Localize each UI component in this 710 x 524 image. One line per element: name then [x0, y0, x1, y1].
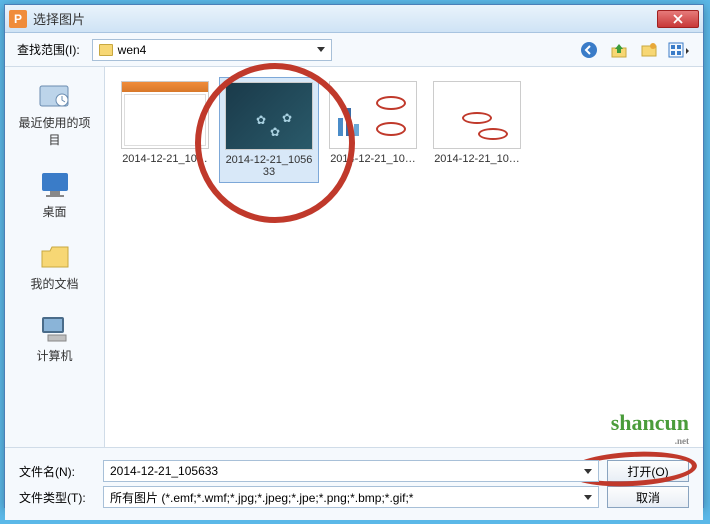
up-button[interactable]: [607, 39, 631, 61]
view-button[interactable]: [667, 39, 691, 61]
file-list[interactable]: 2014-12-21_10… ✿ ✿ ✿ 2014-12-21_105633 2…: [105, 67, 703, 447]
lookIn-combo[interactable]: wen4: [92, 39, 332, 61]
file-item[interactable]: 2014-12-21_10…: [115, 77, 215, 183]
lookIn-value: wen4: [118, 43, 147, 57]
file-thumbnail: [121, 81, 209, 149]
filename-value: 2014-12-21_105633: [110, 464, 218, 478]
filetype-label: 文件类型(T):: [19, 489, 95, 506]
file-thumbnail: [433, 81, 521, 149]
watermark: shancun .net: [611, 410, 689, 446]
chevron-down-icon: [584, 469, 592, 474]
sidebar-item-desktop[interactable]: 桌面: [9, 164, 100, 224]
sidebar-item-label: 最近使用的项目: [13, 114, 96, 148]
open-button[interactable]: 打开(O): [607, 460, 689, 482]
content-area: 最近使用的项目 桌面 我的文档 计算机 2014-12-21_10…: [5, 67, 703, 447]
window-title: 选择图片: [33, 9, 657, 28]
file-label: 2014-12-21_10…: [122, 153, 208, 165]
documents-icon: [37, 240, 73, 272]
watermark-sub: .net: [611, 436, 689, 446]
close-button[interactable]: [657, 10, 699, 28]
places-sidebar: 最近使用的项目 桌面 我的文档 计算机: [5, 67, 105, 447]
filename-input[interactable]: 2014-12-21_105633: [103, 460, 599, 482]
file-label: 2014-12-21_10…: [434, 153, 520, 165]
file-thumbnail: [329, 81, 417, 149]
titlebar[interactable]: P 选择图片: [5, 5, 703, 33]
toolbar: 查找范围(I): wen4: [5, 33, 703, 67]
filename-label: 文件名(N):: [19, 463, 95, 480]
sidebar-item-label: 计算机: [36, 347, 72, 364]
file-item[interactable]: ✿ ✿ ✿ 2014-12-21_105633: [219, 77, 319, 183]
sidebar-item-documents[interactable]: 我的文档: [9, 236, 100, 296]
cancel-button[interactable]: 取消: [607, 486, 689, 508]
up-icon: [610, 41, 628, 59]
view-menu-icon: [668, 41, 690, 59]
sidebar-item-recent[interactable]: 最近使用的项目: [9, 75, 100, 152]
sidebar-item-label: 桌面: [42, 203, 66, 220]
lookIn-label: 查找范围(I):: [17, 41, 80, 58]
filetype-combo[interactable]: 所有图片 (*.emf;*.wmf;*.jpg;*.jpeg;*.jpe;*.p…: [103, 486, 599, 508]
folder-icon: [99, 44, 113, 56]
back-button[interactable]: [577, 39, 601, 61]
sidebar-item-computer[interactable]: 计算机: [9, 308, 100, 368]
file-label: 2014-12-21_105633: [224, 154, 314, 178]
bottom-panel: 文件名(N): 2014-12-21_105633 打开(O) 文件类型(T):…: [5, 447, 703, 520]
chevron-down-icon: [317, 47, 325, 52]
back-icon: [580, 41, 598, 59]
desktop-icon: [37, 168, 73, 200]
computer-icon: [37, 312, 73, 344]
close-icon: [673, 14, 683, 24]
chevron-down-icon: [584, 495, 592, 500]
new-folder-button[interactable]: [637, 39, 661, 61]
file-item[interactable]: 2014-12-21_10…: [427, 77, 527, 183]
file-item[interactable]: 2014-12-21_10…: [323, 77, 423, 183]
app-icon: P: [9, 10, 27, 28]
watermark-text: shancun: [611, 410, 689, 435]
recent-icon: [37, 79, 73, 111]
new-folder-icon: [640, 41, 658, 59]
file-label: 2014-12-21_10…: [330, 153, 416, 165]
filetype-value: 所有图片 (*.emf;*.wmf;*.jpg;*.jpeg;*.jpe;*.p…: [110, 489, 413, 506]
dialog-window: P 选择图片 查找范围(I): wen4 最近使用的项目: [4, 4, 704, 508]
sidebar-item-label: 我的文档: [30, 275, 78, 292]
file-thumbnail: ✿ ✿ ✿: [225, 82, 313, 150]
